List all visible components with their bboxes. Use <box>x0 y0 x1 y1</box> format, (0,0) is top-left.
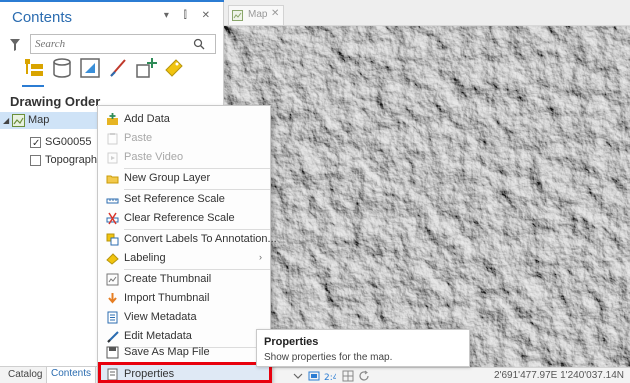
add-data-icon <box>107 113 118 125</box>
tab-catalog[interactable]: Catalog <box>8 369 42 380</box>
menu-item-label: Paste Video <box>124 151 184 163</box>
pane-window-controls[interactable]: ▾ ⫿ ✕ <box>164 10 216 21</box>
layer-label: Topographic <box>45 154 105 166</box>
map-tab-label: Map <box>248 9 268 20</box>
menu-item-label: Labeling <box>124 252 166 264</box>
close-icon[interactable]: ✕ <box>271 8 279 19</box>
menu-item-label: Add Data <box>124 113 170 125</box>
refresh-icon[interactable] <box>358 370 370 382</box>
menu-item-label: Save As Map File <box>124 346 210 358</box>
menu-item-paste-video[interactable]: Paste Video <box>98 148 270 167</box>
tooltip-description: Show properties for the map. <box>264 352 393 363</box>
menu-item-label: Edit Metadata <box>124 330 192 342</box>
map-status-bar: 2:4 2'691'477.97E 1'240'037.14N <box>224 367 630 383</box>
menu-item-create-thumbnail[interactable]: Create Thumbnail <box>98 270 270 289</box>
data-source-icon[interactable] <box>50 56 74 80</box>
contents-toolbar <box>22 56 222 84</box>
check-icon: ✓ <box>32 138 41 149</box>
menu-item-new-group-layer[interactable]: New Group Layer <box>98 169 270 188</box>
paste-icon <box>107 133 118 145</box>
menu-item-label: Paste <box>124 132 153 144</box>
menu-item-view-metadata[interactable]: View Metadata <box>98 308 270 327</box>
menu-item-label: Clear Reference Scale <box>124 212 235 224</box>
menu-item-set-reference-scale[interactable]: Set Reference Scale <box>98 190 270 209</box>
paste-video-icon <box>107 152 118 164</box>
layer-visibility-checkbox[interactable]: ✓ <box>30 137 41 149</box>
tooltip-title: Properties <box>264 336 319 348</box>
group-layer-icon <box>106 175 119 184</box>
submenu-arrow-icon: › <box>259 252 262 262</box>
hillshade-terrain-image <box>224 26 630 367</box>
grid-icon[interactable] <box>342 370 354 382</box>
convert-labels-icon <box>106 233 119 246</box>
map-icon <box>232 10 243 21</box>
menu-item-label: Create Thumbnail <box>124 273 212 285</box>
menu-item-import-thumbnail[interactable]: Import Thumbnail <box>98 289 270 308</box>
menu-item-label: Convert Labels To Annotation... <box>124 233 277 245</box>
labeling-icon <box>106 253 119 265</box>
properties-highlight-box <box>98 362 272 383</box>
drawing-order-heading: Drawing Order <box>10 94 101 109</box>
menu-item-label: Set Reference Scale <box>124 193 225 205</box>
svg-text:2:4: 2:4 <box>324 373 336 382</box>
menu-item-label: Import Thumbnail <box>124 292 210 304</box>
map-tab-bar: Map ✕ <box>224 0 630 26</box>
search-box[interactable] <box>30 34 216 54</box>
menu-item-add-data[interactable]: Add Data <box>98 110 270 129</box>
labeling-icon[interactable] <box>162 56 186 80</box>
view-metadata-icon <box>107 311 118 324</box>
import-thumbnail-icon <box>108 293 117 304</box>
search-input[interactable] <box>35 37 185 51</box>
save-map-file-icon <box>106 346 119 359</box>
tab-map[interactable]: Map ✕ <box>228 5 284 25</box>
menu-item-label: View Metadata <box>124 311 197 323</box>
map-icon <box>12 114 25 127</box>
tree-item-layer[interactable]: ✓ SG00055 <box>30 134 100 151</box>
map-status-controls: 2:4 <box>292 370 382 382</box>
menu-item-clear-reference-scale[interactable]: Clear Reference Scale <box>98 209 270 228</box>
clear-scale-icon <box>106 212 119 225</box>
tab-contents[interactable]: Contents <box>46 367 97 383</box>
coordinate-readout: 2'691'477.97E 1'240'037.14N <box>494 370 624 381</box>
context-menu: Add Data Paste Paste Video New Group Lay… <box>97 105 277 383</box>
drawing-order-icon[interactable] <box>22 56 46 80</box>
create-thumbnail-icon <box>106 273 119 286</box>
layer-label: SG00055 <box>45 136 92 148</box>
active-view-indicator <box>22 85 44 87</box>
pane-title: Contents <box>12 9 73 26</box>
selection-icon[interactable] <box>78 56 102 80</box>
tree-item-map[interactable]: ◢ Map <box>0 112 98 129</box>
expand-arrow-icon[interactable]: ◢ <box>3 112 9 129</box>
snapping-icon[interactable] <box>134 56 158 80</box>
scale-dropdown-icon[interactable] <box>292 370 304 382</box>
filter-icon[interactable] <box>10 39 20 51</box>
fixed-scale-icon[interactable] <box>308 370 320 382</box>
tree-item-label: Map <box>28 114 50 126</box>
ratio-icon[interactable]: 2:4 <box>324 370 336 382</box>
menu-item-convert-labels[interactable]: Convert Labels To Annotation... <box>98 230 277 249</box>
pane-header: Contents ▾ ⫿ ✕ <box>0 0 224 28</box>
layer-visibility-checkbox[interactable] <box>30 155 41 166</box>
properties-tooltip: Properties Show properties for the map. <box>256 329 470 367</box>
menu-item-labeling[interactable]: Labeling › <box>98 249 270 268</box>
menu-item-paste[interactable]: Paste <box>98 129 270 148</box>
map-canvas[interactable] <box>224 26 630 367</box>
editing-icon[interactable] <box>106 56 130 80</box>
search-icon[interactable] <box>193 38 205 50</box>
set-scale-icon <box>106 198 119 204</box>
edit-metadata-icon <box>107 331 119 343</box>
menu-item-save-as-map-file[interactable]: Save As Map File <box>98 343 270 362</box>
menu-item-label: New Group Layer <box>124 172 211 184</box>
tree-item-layer[interactable]: Topographic <box>30 152 105 169</box>
